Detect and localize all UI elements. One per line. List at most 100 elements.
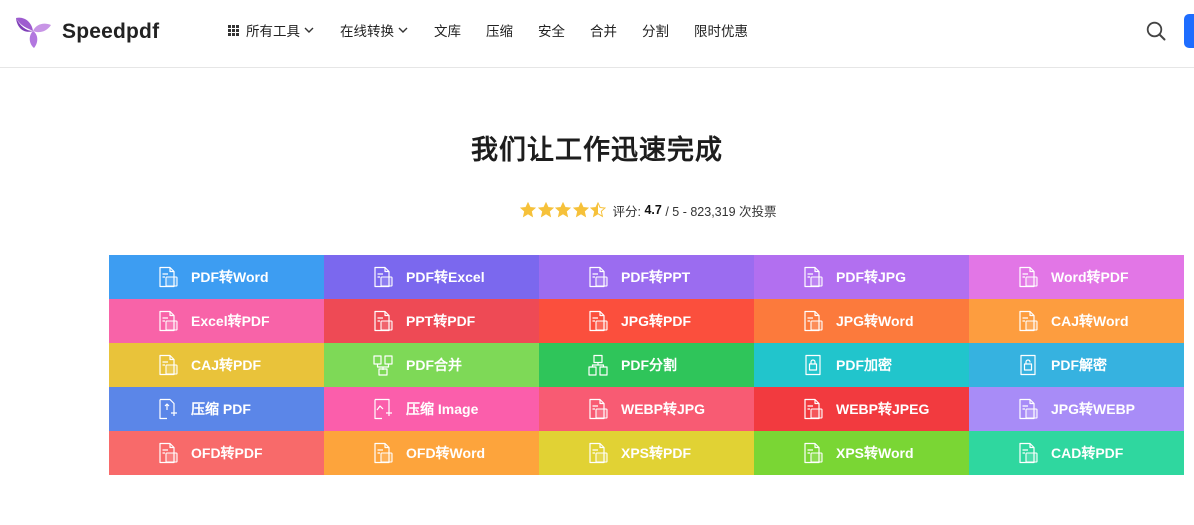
tool-tile-label: WEBP转JPEG xyxy=(836,401,930,417)
tool-tile[interactable]: PDF加密 xyxy=(754,343,969,387)
nav-item-8[interactable]: 限时优惠 xyxy=(694,20,748,40)
top-header: Speedpdf 所有工具 在线转换 文库 压缩 安全 合并 分割 限时优惠 xyxy=(0,0,1194,68)
rating-votes: / 5 - 823,319 次投票 xyxy=(665,204,777,219)
tool-tile-label: PDF转PPT xyxy=(621,269,691,285)
nav-item-5[interactable]: 安全 xyxy=(538,20,565,40)
tool-tile[interactable]: WEBP转JPG xyxy=(539,387,754,431)
tool-tile-label: PDF合并 xyxy=(406,357,462,373)
tool-tile-label: CAJ转Word xyxy=(1051,313,1129,329)
tool-tile[interactable]: PDF解密 xyxy=(969,343,1184,387)
pdf-doc-icon xyxy=(589,266,608,288)
star-half-icon xyxy=(590,202,606,218)
excel-doc-icon xyxy=(159,310,178,332)
tool-tile-label: PDF转Word xyxy=(191,269,269,285)
xps-doc-icon xyxy=(804,442,823,464)
word-doc-icon xyxy=(1019,266,1038,288)
nav-item-label: 安全 xyxy=(538,24,565,39)
tool-tile[interactable]: XPS转Word xyxy=(754,431,969,475)
tool-tile[interactable]: Word转PDF xyxy=(969,255,1184,299)
tool-tile[interactable]: JPG转PDF xyxy=(539,299,754,343)
tool-tile-label: JPG转PDF xyxy=(621,313,692,329)
tool-tile-label: CAJ转PDF xyxy=(191,357,262,373)
ofd-doc-icon xyxy=(159,442,178,464)
tool-tile-label: PDF分割 xyxy=(621,357,677,373)
tool-tile[interactable]: PDF转PPT xyxy=(539,255,754,299)
compress-icon xyxy=(159,398,177,420)
tool-tile[interactable]: OFD转PDF xyxy=(109,431,324,475)
lock-icon xyxy=(805,354,821,376)
xps-doc-icon xyxy=(589,442,608,464)
compress-image-icon xyxy=(374,398,392,420)
nav-item-2[interactable]: 在线转换 xyxy=(340,20,409,40)
tool-tile-label: Word转PDF xyxy=(1051,269,1129,285)
apps-grid-icon xyxy=(228,24,239,36)
pdf-doc-icon xyxy=(374,266,393,288)
tool-tile-label: OFD转PDF xyxy=(191,445,263,461)
rating-summary: 评分: 4.7 / 5 - 823,319 次投票 xyxy=(520,201,777,219)
brand-logo[interactable]: Speedpdf xyxy=(14,14,159,50)
tool-tile-label: XPS转PDF xyxy=(621,445,692,461)
search-icon[interactable] xyxy=(1145,20,1167,42)
nav-item-label: 在线转换 xyxy=(340,24,394,39)
rating-score: 4.7 xyxy=(644,203,662,217)
nav-item-6[interactable]: 合并 xyxy=(590,20,617,40)
tool-tile[interactable]: PDF转JPG xyxy=(754,255,969,299)
nav-item-label: 所有工具 xyxy=(246,24,300,39)
main-nav: 所有工具 在线转换 文库 压缩 安全 合并 分割 限时优惠 xyxy=(228,19,773,41)
tool-tile[interactable]: PDF合并 xyxy=(324,343,539,387)
nav-item-label: 文库 xyxy=(434,24,461,39)
merge-icon xyxy=(373,355,393,376)
star-full-icon xyxy=(537,202,554,218)
tool-tile-label: OFD转Word xyxy=(406,445,486,461)
tool-tile[interactable]: PDF转Word xyxy=(109,255,324,299)
tool-tile-label: PDF解密 xyxy=(1051,357,1107,373)
tool-tile-label: CAD转PDF xyxy=(1051,445,1124,461)
tool-tile[interactable]: PDF分割 xyxy=(539,343,754,387)
ppt-doc-icon xyxy=(374,310,393,332)
tool-tile-label: PPT转PDF xyxy=(406,313,476,329)
tool-tile[interactable]: Excel转PDF xyxy=(109,299,324,343)
image-doc-icon xyxy=(804,398,823,420)
tool-tile-label: 压缩 PDF xyxy=(191,401,251,417)
pdf-doc-icon xyxy=(804,266,823,288)
nav-item-1[interactable]: 所有工具 xyxy=(228,20,315,40)
tool-tile-label: PDF加密 xyxy=(836,357,892,373)
header-cta-button[interactable] xyxy=(1184,14,1194,48)
image-doc-icon xyxy=(589,310,608,332)
rating-prefix: 评分: xyxy=(612,204,641,219)
tool-tile[interactable]: WEBP转JPEG xyxy=(754,387,969,431)
caj-doc-icon xyxy=(159,354,178,376)
tool-tile[interactable]: 压缩 PDF xyxy=(109,387,324,431)
chevron-down-icon xyxy=(304,27,314,33)
cad-doc-icon xyxy=(1019,442,1038,464)
tool-tile-label: Excel转PDF xyxy=(191,313,270,329)
tool-tile[interactable]: JPG转WEBP xyxy=(969,387,1184,431)
tool-tile[interactable]: XPS转PDF xyxy=(539,431,754,475)
tool-tile[interactable]: CAJ转Word xyxy=(969,299,1184,343)
nav-item-7[interactable]: 分割 xyxy=(642,20,669,40)
unlock-icon xyxy=(1020,354,1036,376)
brand-name: Speedpdf xyxy=(62,20,160,43)
image-doc-icon xyxy=(589,398,608,420)
ofd-doc-icon xyxy=(374,442,393,464)
tool-tile[interactable]: 压缩 Image xyxy=(324,387,539,431)
chevron-down-icon xyxy=(398,27,408,33)
tool-tile[interactable]: CAD转PDF xyxy=(969,431,1184,475)
tool-tile[interactable]: PPT转PDF xyxy=(324,299,539,343)
tool-tile[interactable]: PDF转Excel xyxy=(324,255,539,299)
nav-item-4[interactable]: 压缩 xyxy=(486,20,513,40)
tool-tile[interactable]: OFD转Word xyxy=(324,431,539,475)
rating-stars xyxy=(520,202,608,218)
tool-tile-label: JPG转Word xyxy=(836,313,914,329)
nav-item-3[interactable]: 文库 xyxy=(434,20,461,40)
image-doc-icon xyxy=(1019,398,1038,420)
tool-tile-label: JPG转WEBP xyxy=(1051,401,1136,417)
tool-tile[interactable]: JPG转Word xyxy=(754,299,969,343)
pdf-doc-icon xyxy=(159,266,178,288)
split-icon xyxy=(588,354,608,376)
tool-tile-label: 压缩 Image xyxy=(406,401,479,417)
tool-tile-label: WEBP转JPG xyxy=(621,401,706,417)
star-full-icon xyxy=(520,202,536,218)
nav-item-label: 合并 xyxy=(590,24,617,39)
tool-tile[interactable]: CAJ转PDF xyxy=(109,343,324,387)
